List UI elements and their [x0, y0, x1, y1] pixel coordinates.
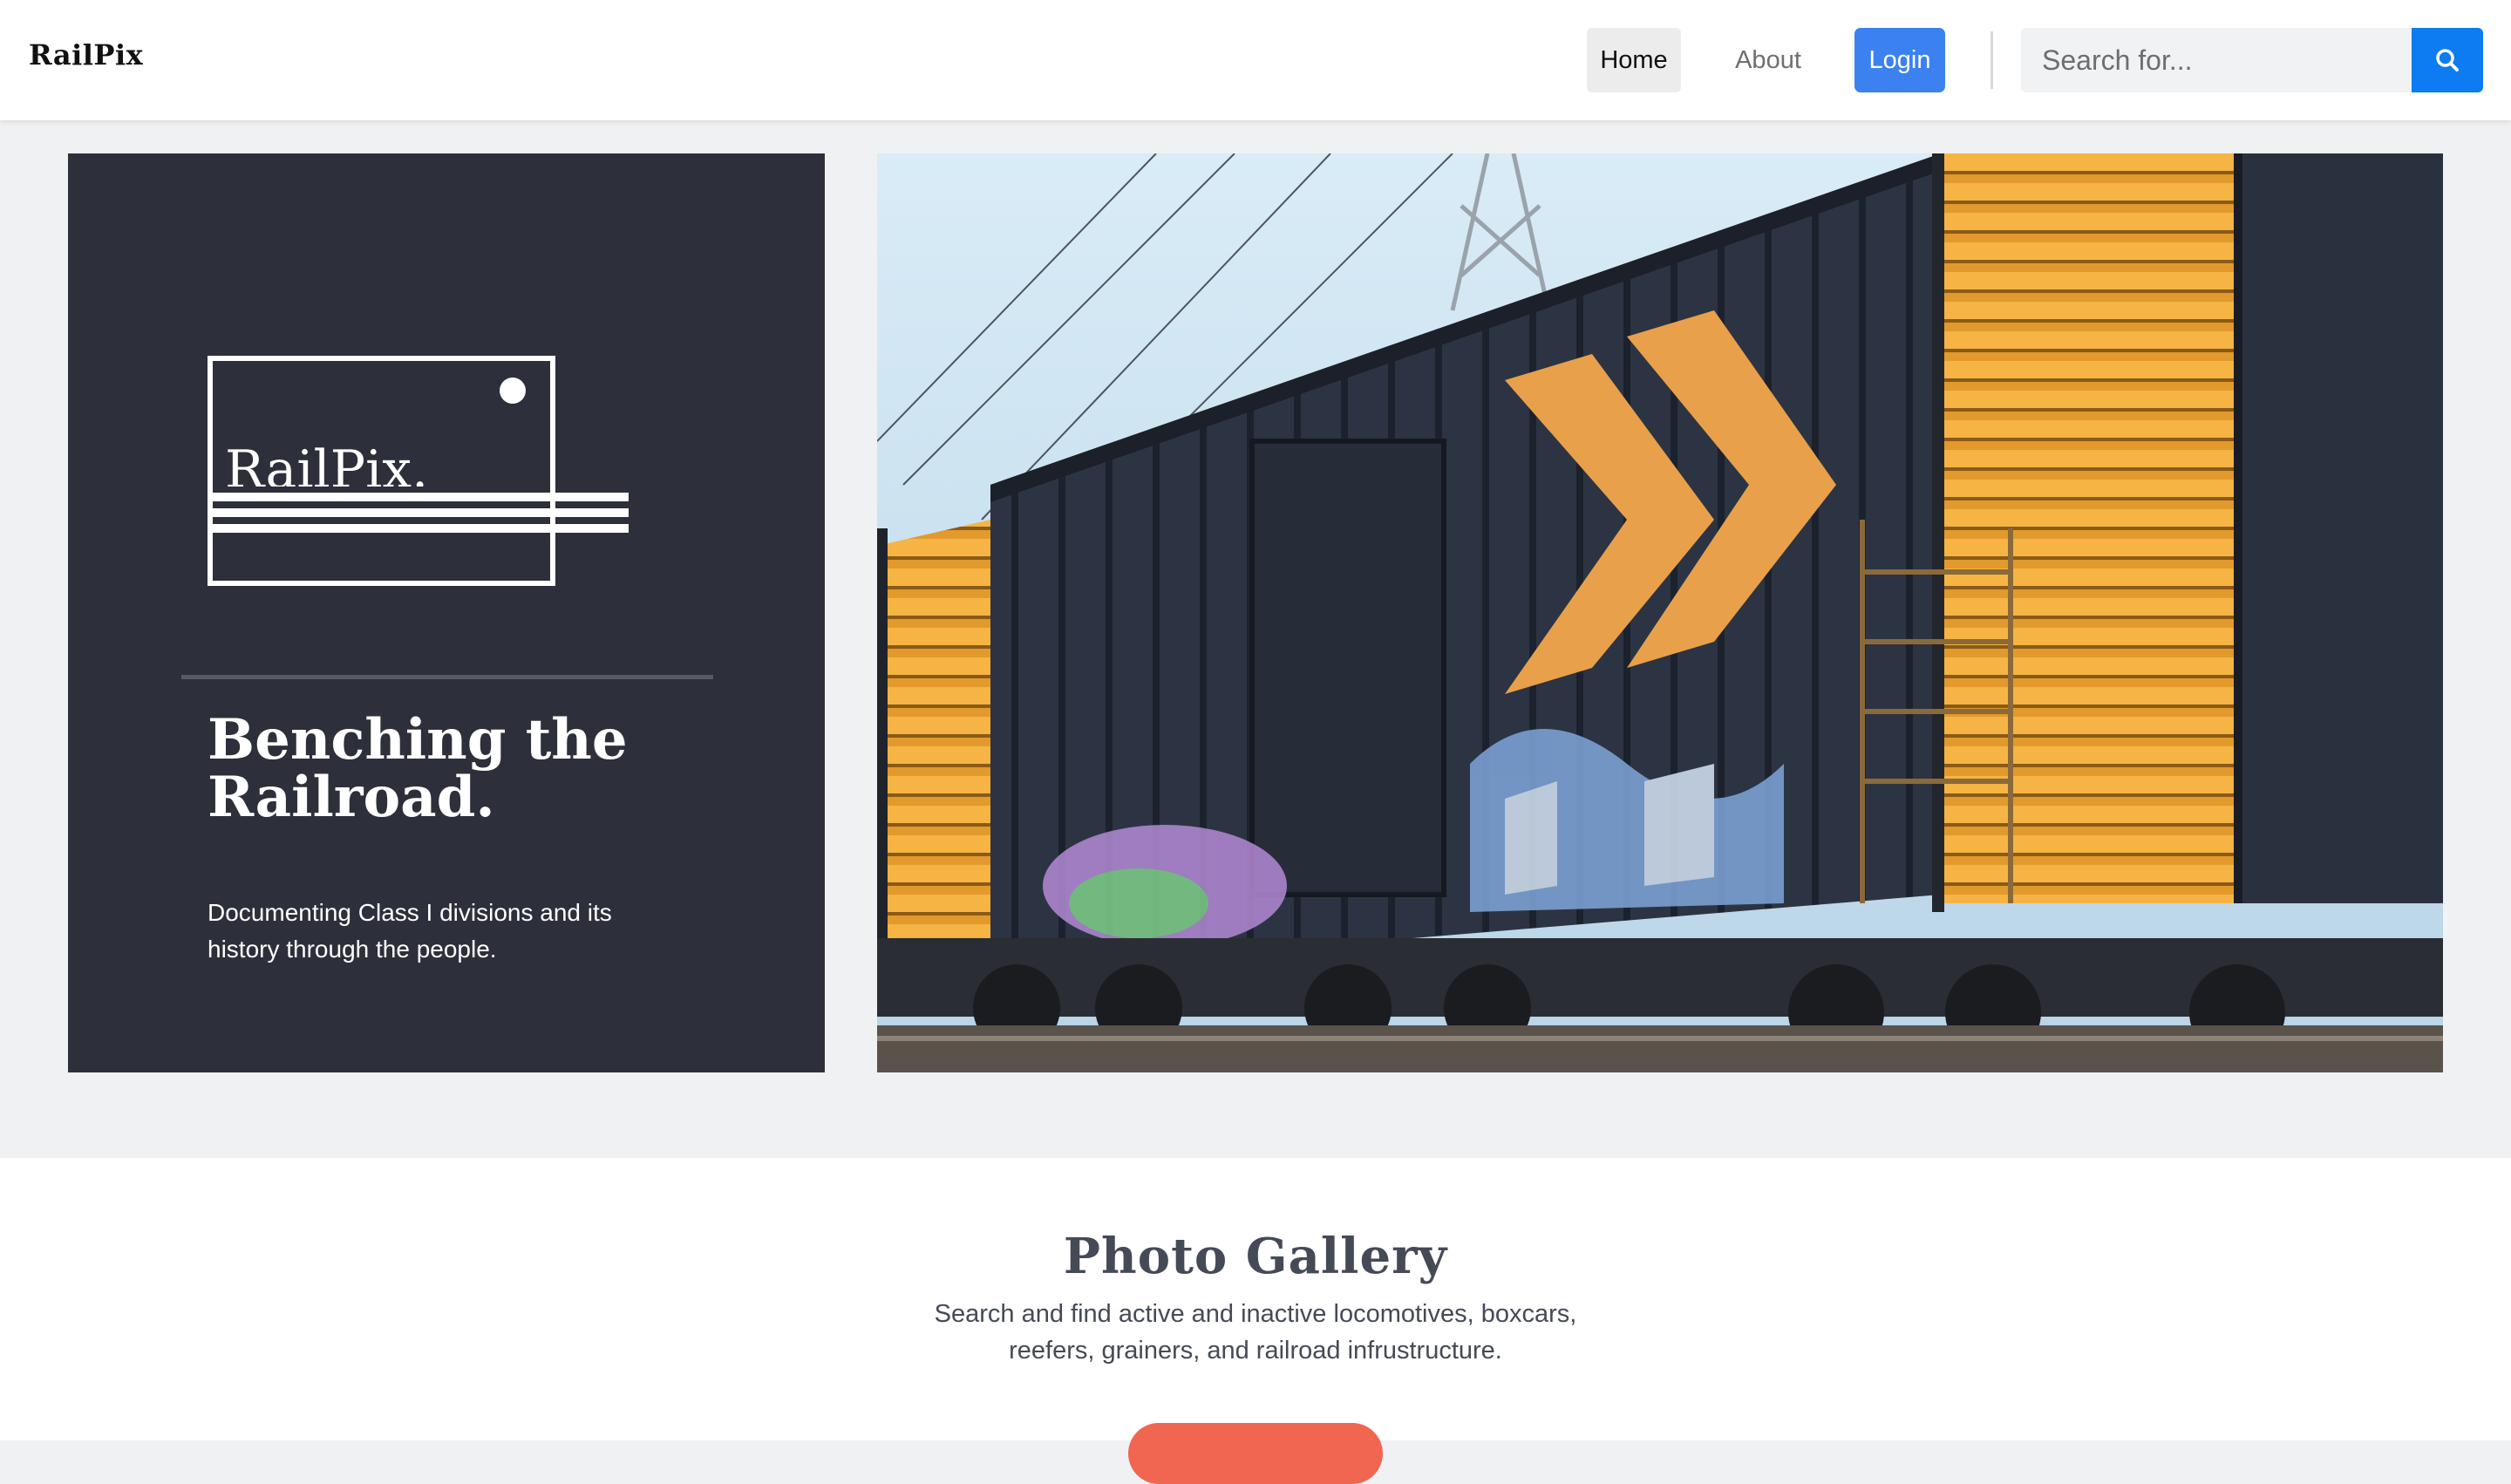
nav-home-link[interactable]: Home [1587, 28, 1681, 92]
search-button[interactable] [2412, 28, 2483, 92]
gallery-cta-button[interactable] [1128, 1423, 1383, 1484]
railpix-logo: RailPix. [208, 356, 643, 591]
boxcar-illustration [877, 153, 2443, 1072]
photo-gallery-section: Photo Gallery Search and find active and… [0, 1158, 2511, 1484]
search-input[interactable] [2021, 28, 2412, 92]
hero-title-line1: Benching the [208, 707, 628, 773]
hero-intro-panel: RailPix. Benching the Railroad. Document… [68, 153, 825, 1072]
gallery-description: Search and find active and inactive loco… [934, 1300, 1577, 1365]
gallery-title: Photo Gallery [1063, 1228, 1448, 1285]
logo-wordmark: RailPix. [225, 443, 429, 487]
search-icon [2436, 49, 2459, 71]
hero-section: RailPix. Benching the Railroad. Document… [0, 120, 2511, 1158]
nav-divider [1990, 31, 1993, 89]
hero-title-line2: Railroad. [208, 765, 495, 830]
hero-subtitle: Documenting Class I divisions and its hi… [208, 899, 612, 963]
brand-logo-text[interactable]: RailPix [29, 38, 143, 71]
hero-divider [181, 675, 713, 679]
navbar: RailPix Home About Login [0, 0, 2511, 120]
nav-about-link[interactable]: About [1713, 28, 1823, 92]
nav-login-button[interactable]: Login [1854, 28, 1945, 92]
hero-title: Benching the Railroad. [208, 711, 696, 827]
hero-boxcar-photo [877, 153, 2443, 1072]
